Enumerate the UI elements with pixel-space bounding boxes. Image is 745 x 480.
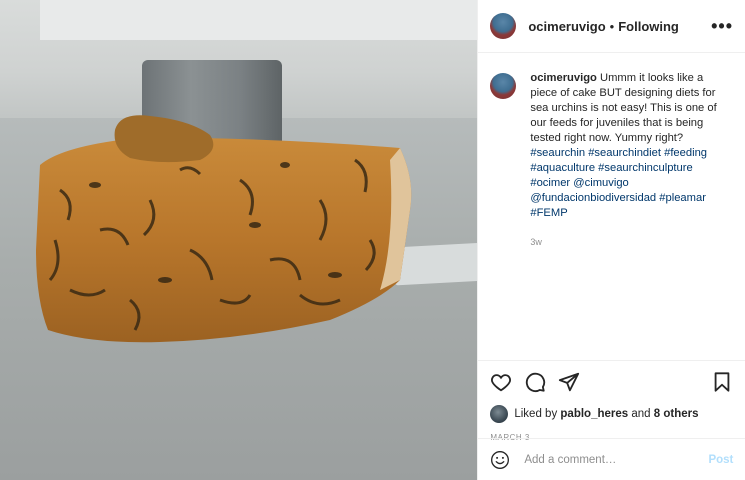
author-username[interactable]: ocimeruvigo — [528, 19, 605, 34]
post-header: ocimeruvigo • Following ••• — [478, 0, 745, 53]
likes-others-link[interactable]: 8 others — [654, 408, 699, 420]
caption-username[interactable]: ocimeruvigo — [530, 72, 597, 84]
action-icons — [478, 361, 745, 393]
hashtag[interactable]: #pleamar — [659, 192, 706, 204]
emoji-icon[interactable] — [490, 450, 510, 470]
post-photo[interactable] — [0, 0, 478, 480]
post-comment-button[interactable]: Post — [708, 454, 733, 466]
hashtag[interactable]: #FEMP — [530, 207, 567, 219]
caption-body: ocimeruvigo Ummm it looks like a piece o… — [530, 71, 730, 250]
comment-icon[interactable] — [524, 371, 546, 393]
instagram-post: ocimeruvigo • Following ••• ocimeruvigo … — [0, 0, 745, 480]
hashtag[interactable]: #seaurchin — [530, 147, 585, 159]
cake-slice-illustration — [36, 115, 412, 343]
heart-icon[interactable] — [490, 371, 512, 393]
caption: ocimeruvigo Ummm it looks like a piece o… — [478, 53, 745, 250]
separator-dot: • — [609, 18, 615, 34]
more-options-icon[interactable]: ••• — [711, 16, 733, 37]
comment-bar: Post — [478, 438, 745, 480]
author-avatar[interactable] — [490, 13, 517, 39]
post-sidebar: ocimeruvigo • Following ••• ocimeruvigo … — [477, 0, 745, 480]
likes-prefix: Liked by — [514, 408, 558, 420]
comment-input[interactable] — [522, 452, 697, 467]
mention[interactable]: @fundacionbiodiversidad — [530, 192, 656, 204]
post-time-ago[interactable]: 3w — [530, 235, 730, 250]
likes-and: and — [631, 408, 651, 420]
following-button[interactable]: Following — [618, 19, 679, 34]
bookmark-icon[interactable] — [711, 371, 733, 393]
post-actions: Liked by pablo_heres and 8 others MARCH … — [478, 360, 745, 442]
share-icon[interactable] — [558, 371, 580, 393]
hashtag[interactable]: #feeding — [664, 147, 707, 159]
likes-summary: Liked by pablo_heres and 8 others — [478, 393, 745, 423]
hashtag[interactable]: #seaurchindiet — [588, 147, 661, 159]
hashtag[interactable]: #aquaculture — [530, 162, 595, 174]
mention[interactable]: @cimuvigo — [573, 177, 629, 189]
hashtag[interactable]: #ocimer — [530, 177, 570, 189]
liker-username[interactable]: pablo_heres — [560, 408, 628, 420]
caption-avatar[interactable] — [490, 73, 517, 99]
liker-avatar[interactable] — [490, 405, 509, 423]
hashtag[interactable]: #seaurchinculpture — [598, 162, 693, 174]
